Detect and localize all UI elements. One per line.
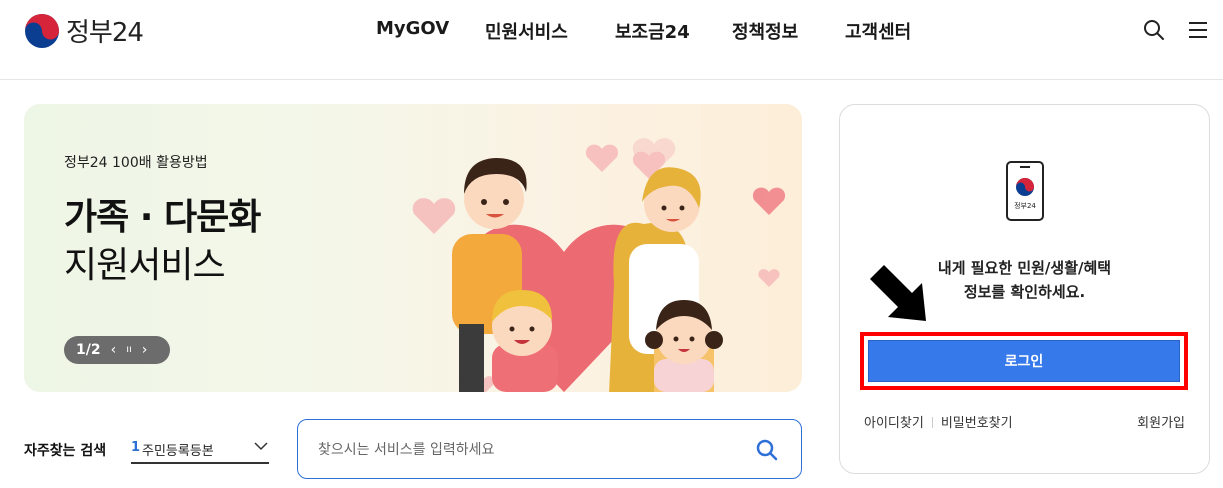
frequent-search-selected: 주민등록등본 [142, 444, 214, 459]
banner-next-button[interactable]: › [142, 343, 148, 357]
banner-pager-control: 1/2 ‹ ıı › [64, 336, 170, 364]
search-icon[interactable] [1142, 18, 1166, 42]
banner-pause-button[interactable]: ıı [126, 345, 132, 355]
header: 정부24 MyGOV 민원서비스 보조금24 정책정보 고객센터 [0, 0, 1223, 80]
service-search-input[interactable] [318, 438, 738, 462]
nav-item-customer-center[interactable]: 고객센터 [845, 18, 911, 44]
account-links: 아이디찾기 비밀번호찾기 [864, 412, 1013, 431]
banner-subtitle: 정부24 100배 활용방법 [64, 155, 208, 171]
service-search-box [297, 419, 802, 479]
mobile-phone-icon: 정부24 [1006, 161, 1044, 221]
site-logo[interactable]: 정부24 [24, 12, 144, 49]
signup-link[interactable]: 회원가입 [1137, 412, 1185, 431]
link-divider [931, 417, 933, 428]
nav-item-mygov[interactable]: MyGOV [376, 18, 449, 39]
nav-item-civil-service[interactable]: 민원서비스 [485, 18, 568, 44]
menu-icon[interactable] [1186, 18, 1210, 42]
nav-item-policy-info[interactable]: 정책정보 [732, 18, 798, 44]
taegeuk-logo-icon [25, 13, 59, 48]
phone-label: 정부24 [1014, 201, 1036, 210]
search-submit-icon[interactable] [755, 438, 779, 462]
logo-text: 정부24 [66, 18, 144, 48]
banner-page-indicator: 1/2 [76, 342, 101, 358]
family-illustration [412, 138, 786, 392]
find-id-link[interactable]: 아이디찾기 [864, 416, 924, 431]
frequent-search-label: 자주찾는 검색 [24, 443, 107, 459]
frequent-search-rank: 1 [131, 440, 141, 455]
promo-banner[interactable]: 정부24 100배 활용방법 가족 · 다문화 지원서비스 1/2 ‹ ıı › [24, 104, 802, 392]
banner-prev-button[interactable]: ‹ [111, 343, 117, 357]
frequent-search-dropdown[interactable]: 1 주민등록등본 [131, 432, 269, 464]
nav-item-subsidy24[interactable]: 보조금24 [615, 18, 690, 44]
login-panel: 정부24 내게 필요한 민원/생활/혜택 정보를 확인하세요. 로그인 아이디찾… [839, 104, 1210, 474]
login-button[interactable]: 로그인 [868, 340, 1180, 382]
banner-title-line1: 가족 · 다문화 [64, 197, 261, 238]
chevron-down-icon [254, 442, 268, 451]
pointer-arrow-icon [870, 265, 926, 321]
banner-title-line2: 지원서비스 [64, 245, 226, 286]
find-password-link[interactable]: 비밀번호찾기 [941, 416, 1013, 431]
